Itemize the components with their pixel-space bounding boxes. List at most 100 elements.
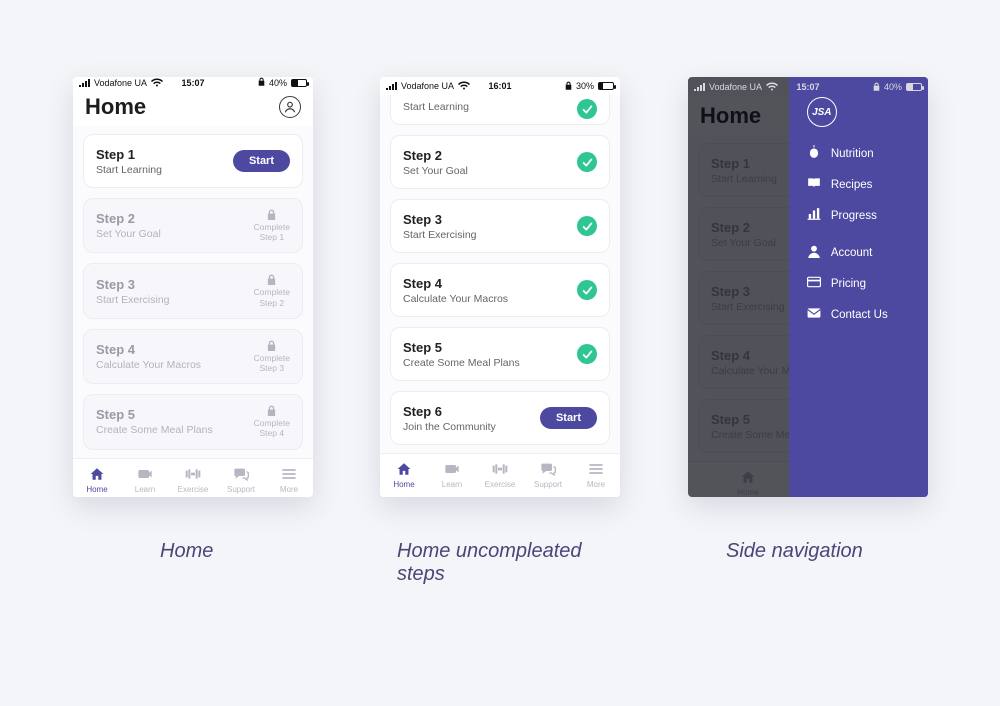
step-card: Step 2Set Your GoalCompleteStep 1 bbox=[83, 198, 303, 253]
step-card: Step 3 Start Exercising CompleteStep 2 bbox=[83, 263, 303, 318]
contact-icon bbox=[807, 306, 821, 323]
step-card: Step 3Start Exercising bbox=[390, 199, 610, 253]
tab-learn[interactable]: Learn bbox=[428, 454, 476, 497]
step-label: Start Learning bbox=[403, 101, 469, 113]
phone-drawer: Vodafone UA 15:07 40% Home Step 1Start L… bbox=[688, 77, 928, 497]
battery-icon bbox=[906, 83, 922, 91]
step-card[interactable]: Step 1 Start Learning Start bbox=[83, 134, 303, 188]
tab-more[interactable]: More bbox=[572, 454, 620, 497]
tab-label: Home bbox=[393, 480, 414, 489]
step-label: Start Exercising bbox=[403, 229, 477, 241]
step-card: Step 5Create Some Meal PlansCompleteStep… bbox=[83, 394, 303, 449]
account-icon bbox=[807, 244, 821, 261]
exercise-icon bbox=[492, 462, 508, 478]
tab-exercise[interactable]: Exercise bbox=[476, 454, 524, 497]
carrier-label: Vodafone UA bbox=[401, 81, 454, 91]
tab-home[interactable]: Home bbox=[380, 454, 428, 497]
step-card[interactable]: Step 6Join the CommunityStart bbox=[390, 391, 610, 445]
clock: 15:07 bbox=[181, 78, 204, 88]
step-number: Step 4 bbox=[96, 342, 201, 357]
step-label: Start Learning bbox=[96, 164, 162, 176]
step-label: Calculate Your Macros bbox=[403, 293, 508, 305]
drawer-item-contact[interactable]: Contact Us bbox=[807, 306, 910, 323]
tabbar-2: Home Learn ExerciseSupportMore bbox=[380, 453, 620, 497]
step-label: Start Exercising bbox=[96, 294, 170, 306]
drawer-item-progress[interactable]: Progress bbox=[807, 207, 910, 224]
home-icon bbox=[89, 467, 105, 483]
step-number: Step 3 bbox=[96, 277, 170, 292]
drawer-item-label: Progress bbox=[831, 210, 877, 222]
phone-home: Vodafone UA 15:07 40% Home Step 1 Start L… bbox=[73, 77, 313, 497]
carrier-label: Vodafone UA bbox=[94, 78, 147, 88]
check-icon bbox=[577, 99, 597, 119]
progress-icon bbox=[807, 207, 821, 224]
tab-label: Learn bbox=[442, 480, 462, 489]
step-card: Step 2Set Your Goal bbox=[390, 135, 610, 189]
page-header: Home bbox=[73, 88, 313, 126]
learn-icon bbox=[137, 467, 153, 483]
locked-hint: CompleteStep 2 bbox=[254, 274, 290, 307]
drawer-item-nutrition[interactable]: Nutrition bbox=[807, 145, 910, 162]
nutrition-icon bbox=[807, 145, 821, 162]
tab-support[interactable]: Support bbox=[524, 454, 572, 497]
page-title: Home bbox=[85, 94, 146, 120]
step-label: Join the Community bbox=[403, 421, 496, 433]
status-bar: Vodafone UA 16:01 30% bbox=[380, 77, 620, 95]
wifi-icon bbox=[766, 82, 778, 92]
tab-label: Support bbox=[227, 485, 255, 494]
orientation-lock-icon bbox=[873, 82, 880, 93]
locked-hint: CompleteStep 4 bbox=[254, 405, 290, 438]
phone-steps: Vodafone UA 16:01 30% Start Learning Step… bbox=[380, 77, 620, 497]
tab-home[interactable]: Home bbox=[73, 459, 121, 498]
start-button[interactable]: Start bbox=[233, 150, 290, 172]
drawer-menu-secondary: Account Pricing Contact Us bbox=[807, 244, 910, 323]
drawer-item-recipes[interactable]: Recipes bbox=[807, 176, 910, 193]
step-label: Create Some Meal Plans bbox=[96, 424, 213, 436]
caption-drawer: Side navigation bbox=[726, 540, 863, 563]
check-icon bbox=[577, 152, 597, 172]
clock: 15:07 bbox=[796, 82, 819, 92]
profile-button[interactable] bbox=[279, 96, 301, 118]
drawer-menu-primary: Nutrition Recipes Progress bbox=[807, 145, 910, 224]
step-label: Set Your Goal bbox=[403, 165, 468, 177]
learn-icon bbox=[444, 462, 460, 478]
tab-support[interactable]: Support bbox=[217, 459, 265, 498]
battery-percent: 30% bbox=[576, 81, 594, 91]
battery-percent: 40% bbox=[884, 82, 902, 92]
more-icon bbox=[281, 467, 297, 483]
locked-hint: CompleteStep 1 bbox=[254, 209, 290, 242]
tab-label: Exercise bbox=[178, 485, 209, 494]
tab-more[interactable]: More bbox=[265, 459, 313, 498]
start-button[interactable]: Start bbox=[540, 407, 597, 429]
tab-learn[interactable]: Learn bbox=[121, 459, 169, 498]
more-icon bbox=[588, 462, 604, 478]
caption-steps: Home uncompleated steps bbox=[397, 540, 617, 586]
battery-percent: 40% bbox=[269, 78, 287, 88]
steps-list-2: Start Learning Step 2Set Your Goal Step 3S… bbox=[380, 95, 620, 453]
orientation-lock-icon bbox=[258, 77, 265, 88]
step-label: Create Some Meal Plans bbox=[403, 357, 520, 369]
tab-label: More bbox=[280, 485, 298, 494]
check-icon bbox=[577, 344, 597, 364]
step-number: Step 1 bbox=[96, 147, 162, 162]
signal-icon bbox=[79, 79, 90, 87]
check-icon bbox=[577, 216, 597, 236]
signal-icon bbox=[694, 83, 705, 91]
locked-hint: CompleteStep 3 bbox=[254, 340, 290, 373]
wifi-icon bbox=[151, 78, 163, 88]
step-number: Step 2 bbox=[96, 211, 161, 226]
tabbar-1: Home Learn Exercise Support More bbox=[73, 458, 313, 498]
recipes-icon bbox=[807, 176, 821, 193]
step-card: Step 5Create Some Meal Plans bbox=[390, 327, 610, 381]
drawer-item-label: Nutrition bbox=[831, 148, 874, 160]
tab-label: Learn bbox=[135, 485, 155, 494]
battery-icon bbox=[291, 79, 307, 87]
status-bar: Vodafone UA 15:07 40% bbox=[688, 77, 928, 97]
caption-home: Home bbox=[160, 540, 213, 563]
step-number: Step 4 bbox=[403, 276, 508, 291]
drawer-item-label: Contact Us bbox=[831, 309, 888, 321]
drawer-item-account[interactable]: Account bbox=[807, 244, 910, 261]
drawer-item-pricing[interactable]: Pricing bbox=[807, 275, 910, 292]
tab-exercise[interactable]: Exercise bbox=[169, 459, 217, 498]
drawer-item-label: Account bbox=[831, 247, 873, 259]
